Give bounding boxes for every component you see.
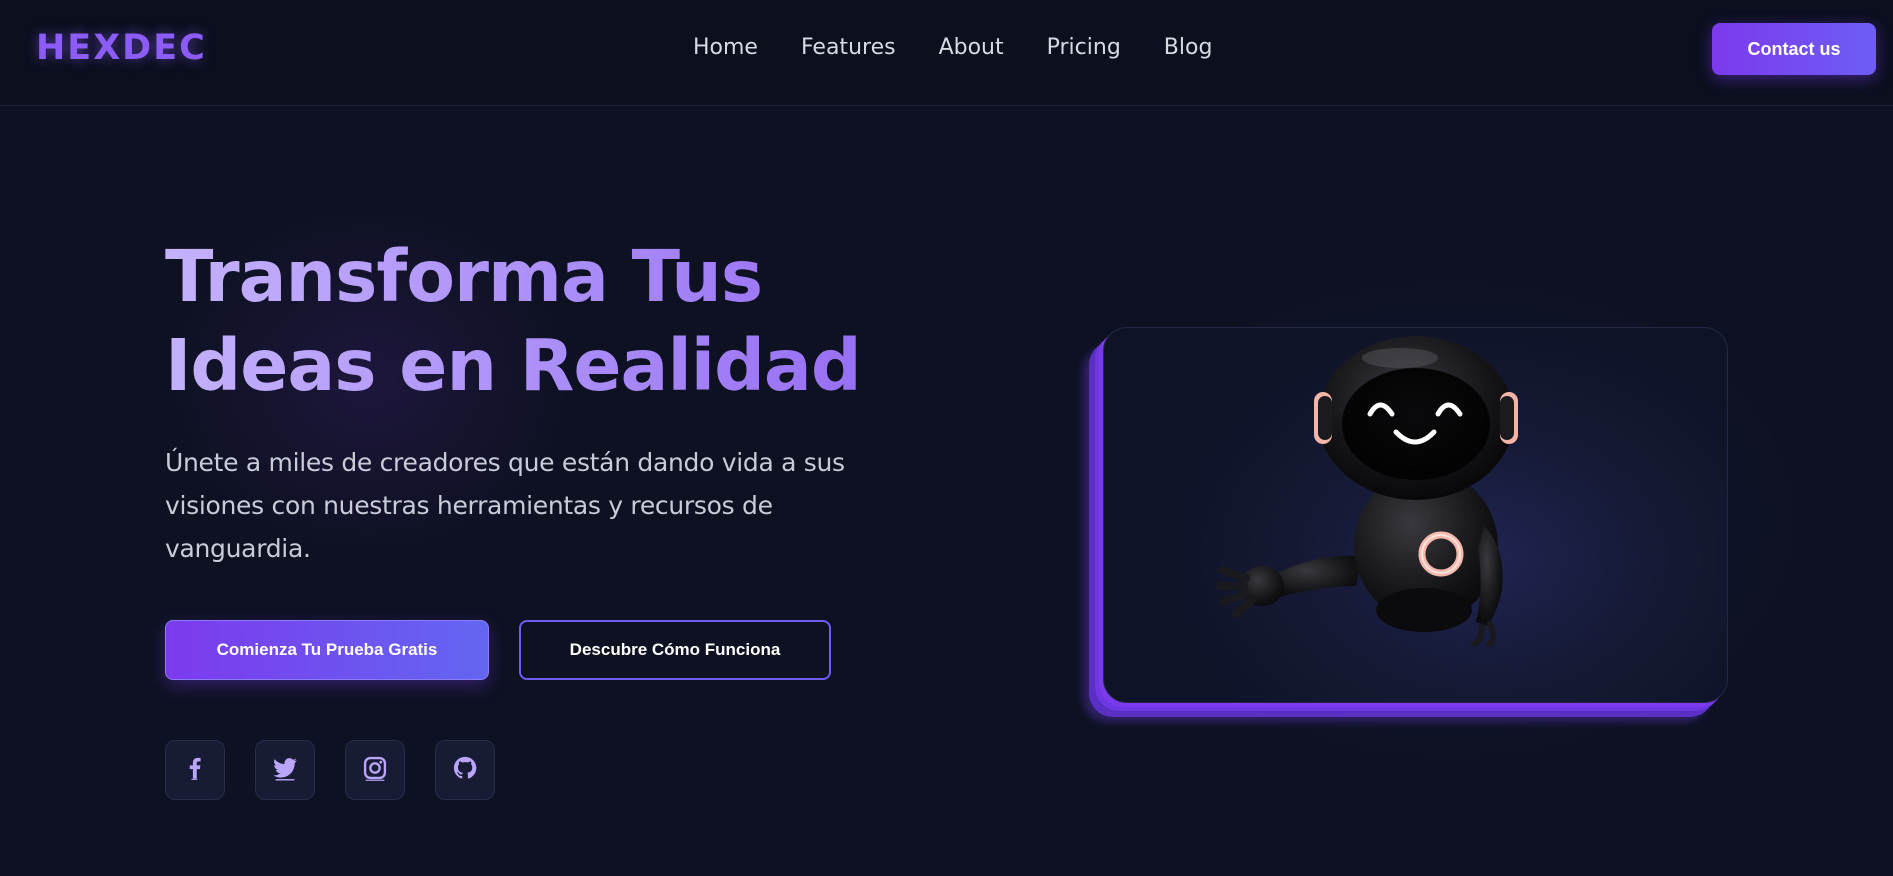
how-it-works-button[interactable]: Descubre Cómo Funciona <box>519 620 831 680</box>
nav-link-home[interactable]: Home <box>693 35 758 60</box>
facebook-icon <box>181 754 209 786</box>
twitter-link[interactable] <box>255 740 315 800</box>
nav-link-pricing[interactable]: Pricing <box>1047 35 1121 60</box>
nav-link-about[interactable]: About <box>939 35 1004 60</box>
instagram-icon <box>361 754 389 786</box>
main-nav: Home Features About Pricing Blog <box>693 35 1255 60</box>
github-link[interactable] <box>435 740 495 800</box>
image-card <box>1103 327 1728 703</box>
nav-link-features[interactable]: Features <box>801 35 896 60</box>
hero-title-line1: Transforma Tus <box>165 235 763 318</box>
hero-title-line2: Ideas en Realidad <box>165 324 861 407</box>
twitter-icon <box>271 754 299 786</box>
robot-illustration <box>1216 336 1518 647</box>
contact-button[interactable]: Contact us <box>1712 23 1876 75</box>
facebook-link[interactable] <box>165 740 225 800</box>
top-navbar: HEXDEC Home Features About Pricing Blog … <box>0 0 1893 106</box>
social-links <box>165 740 525 800</box>
nav-link-blog[interactable]: Blog <box>1164 35 1213 60</box>
start-free-trial-button[interactable]: Comienza Tu Prueba Gratis <box>165 620 489 680</box>
hero-subtitle: Únete a miles de creadores que están dan… <box>165 448 845 563</box>
brand-logo[interactable]: HEXDEC <box>36 28 207 68</box>
hero-title: Transforma Tus Ideas en Realidad <box>165 232 925 410</box>
github-icon <box>451 754 479 786</box>
hero-image-card <box>1075 327 1728 722</box>
instagram-link[interactable] <box>345 740 405 800</box>
